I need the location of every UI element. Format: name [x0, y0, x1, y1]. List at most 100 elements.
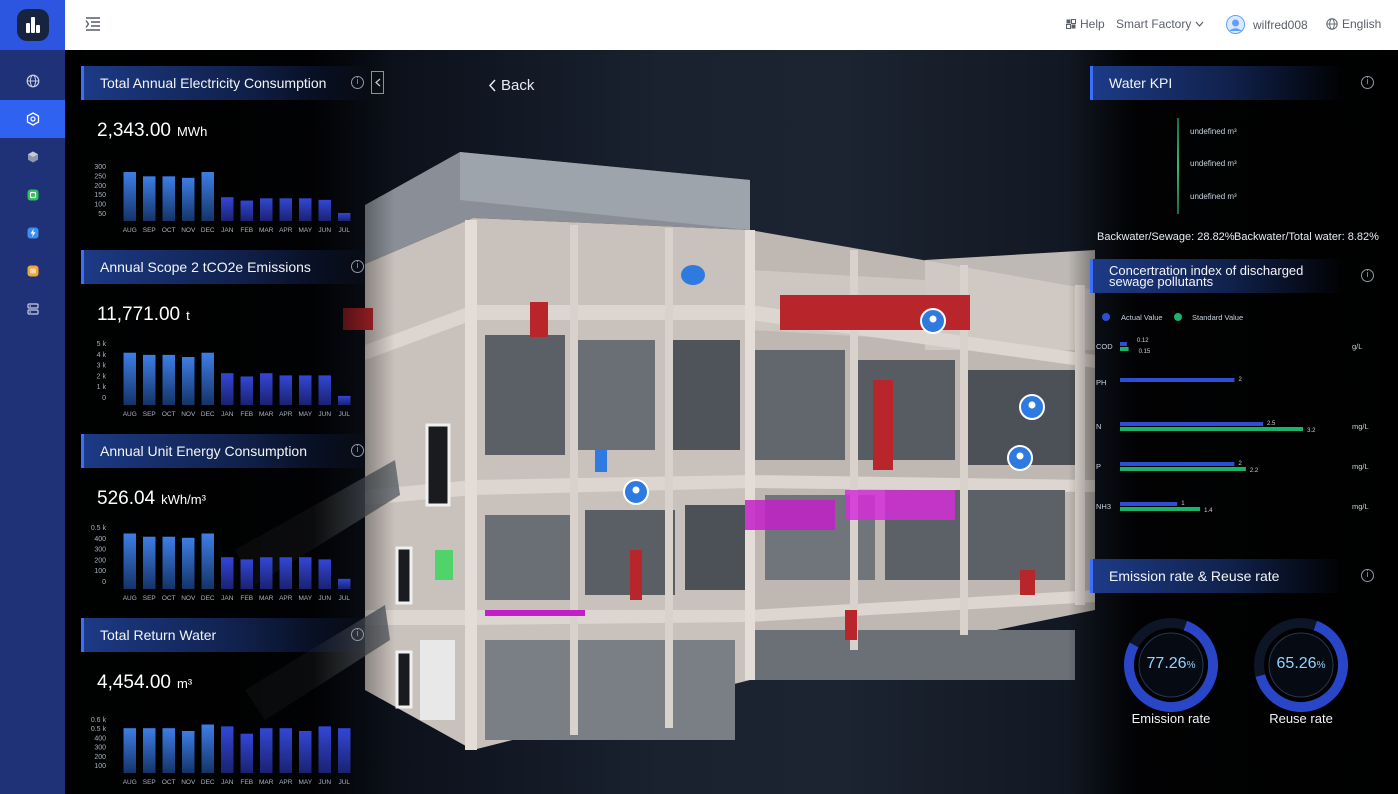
unit-label: g/L	[1352, 342, 1362, 351]
unit-label: mg/L	[1352, 462, 1369, 471]
panel-title: Annual Unit Energy Consumption	[100, 443, 308, 459]
bar	[182, 357, 195, 405]
bar	[299, 730, 312, 773]
location-pin[interactable]	[920, 308, 946, 334]
sidebar-item-devices[interactable]	[0, 176, 65, 214]
panel-title: Annual Scope 2 tCO2e Emissions	[100, 259, 311, 275]
bar	[221, 726, 234, 773]
water-kpi-item: undefined m³	[1190, 159, 1237, 168]
x-tick-label: FEB	[240, 411, 253, 418]
sidebar-item-globe[interactable]	[0, 62, 65, 100]
info-icon[interactable]: i	[351, 444, 364, 457]
y-tick-label: 100	[94, 568, 106, 575]
water-kpi-item: undefined m³	[1190, 192, 1237, 201]
y-tick-label: 300	[94, 164, 106, 171]
bar	[240, 200, 253, 221]
sidebar-item-model[interactable]	[0, 138, 65, 176]
backwater-sewage-ratio: Backwater/Sewage: 28.82%	[1097, 231, 1235, 243]
kpi-number: 4,454.00	[97, 672, 171, 693]
x-tick-label: FEB	[240, 227, 253, 234]
x-tick-label: MAY	[298, 411, 312, 418]
sidebar-item-reports[interactable]	[0, 252, 65, 290]
bar	[123, 533, 136, 589]
actual-value-label: 2	[1238, 377, 1242, 383]
panel-title: Total Return Water	[100, 627, 217, 643]
x-tick-label: OCT	[162, 595, 176, 602]
kpi-unit: kWh/m³	[161, 492, 206, 507]
menu-toggle-icon[interactable]	[84, 15, 102, 33]
pollutant-category-label: N	[1096, 422, 1101, 431]
electricity-bar-chart: 300 250 200 150 100 50 AUG SEP OCT NOV DEC JAN FEB MA…	[94, 164, 351, 234]
y-tick-label: 2 k	[97, 373, 107, 380]
location-pin[interactable]	[1019, 394, 1045, 420]
kpi-value: 11,771.00 t	[97, 304, 190, 326]
legend-actual-label: Actual Value	[1121, 313, 1163, 322]
bar	[123, 172, 136, 221]
standard-value-label: 3.2	[1307, 428, 1316, 434]
bar	[260, 198, 273, 221]
kpi-value: 2,343.00 MWh	[97, 120, 207, 142]
back-button[interactable]: Back	[488, 77, 534, 94]
bar	[318, 726, 331, 773]
chip-icon	[27, 189, 38, 201]
bar	[279, 198, 292, 221]
kpi-value: 526.04 kWh/m³	[97, 488, 206, 510]
info-icon[interactable]: i	[1361, 269, 1374, 282]
info-icon[interactable]: i	[351, 260, 364, 273]
bar	[201, 352, 214, 405]
help-link[interactable]: Help	[1066, 17, 1105, 31]
user-menu[interactable]: wilfred008	[1226, 15, 1308, 34]
bar	[162, 354, 175, 405]
x-tick-label: NOV	[181, 227, 196, 234]
x-tick-label: SEP	[143, 411, 156, 418]
unit-label: mg/L	[1352, 422, 1369, 431]
info-icon[interactable]: i	[1361, 569, 1374, 582]
percent-sign: %	[1186, 660, 1196, 671]
standard-bar	[1120, 427, 1304, 431]
collapse-panel-button[interactable]	[371, 71, 384, 94]
x-tick-label: NOV	[181, 595, 196, 602]
pollutant-category-label: P	[1096, 462, 1101, 471]
location-pin[interactable]	[1007, 445, 1033, 471]
top-header: Help Smart Factory wilfred008 English	[65, 0, 1398, 50]
bar	[182, 177, 195, 221]
x-tick-label: MAY	[298, 779, 312, 786]
info-icon[interactable]: i	[1361, 76, 1374, 89]
x-tick-label: DEC	[201, 411, 215, 418]
kpi-unit: m³	[176, 676, 193, 691]
y-tick-label: 200	[94, 183, 106, 190]
sidebar-item-servers[interactable]	[0, 290, 65, 328]
info-icon[interactable]: i	[351, 628, 364, 641]
y-tick-label: 300	[94, 745, 106, 752]
x-tick-label: JUL	[338, 227, 350, 234]
app-logo[interactable]	[0, 0, 65, 50]
bar	[279, 557, 292, 589]
sidebar	[0, 0, 65, 794]
x-tick-label: MAR	[259, 227, 274, 234]
panel-title: Water KPI	[1109, 75, 1173, 91]
help-icon	[1066, 19, 1076, 29]
actual-value-label: 2.5	[1267, 421, 1276, 427]
location-pin[interactable]	[623, 479, 649, 505]
bar	[279, 728, 292, 773]
y-tick-label: 3 k	[97, 363, 107, 370]
bar	[299, 557, 312, 589]
x-tick-label: SEP	[143, 227, 156, 234]
x-tick-label: JUN	[318, 595, 331, 602]
actual-bar	[1120, 378, 1235, 382]
bar	[221, 557, 234, 589]
kpi-number: 2,343.00	[97, 120, 171, 141]
sidebar-item-energy[interactable]	[0, 214, 65, 252]
actual-value-label: 0.12	[1137, 338, 1149, 344]
y-tick-label: 250	[94, 173, 106, 180]
y-tick-label: 0.5 k	[91, 525, 107, 532]
x-tick-label: APR	[279, 411, 293, 418]
emission-rate-value: 77.26%	[1111, 655, 1231, 673]
project-selector[interactable]: Smart Factory	[1116, 17, 1204, 31]
sidebar-item-environment[interactable]	[0, 100, 65, 138]
panel-title: Total Annual Electricity Consumption	[100, 75, 327, 91]
language-selector[interactable]: English	[1326, 17, 1381, 31]
info-icon[interactable]: i	[351, 76, 364, 89]
standard-bar	[1120, 467, 1246, 471]
x-tick-label: NOV	[181, 779, 196, 786]
